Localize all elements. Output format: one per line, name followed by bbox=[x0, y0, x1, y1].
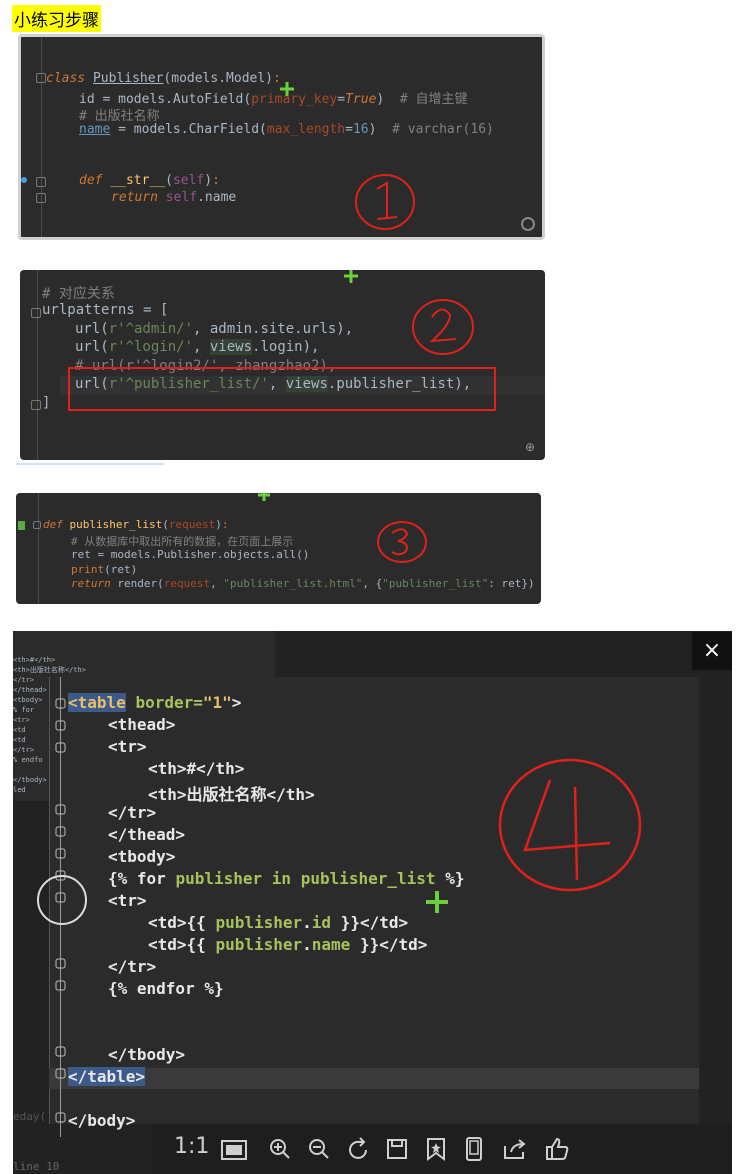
fit-window-icon[interactable] bbox=[220, 1139, 248, 1161]
zoom-out-icon[interactable] bbox=[308, 1138, 330, 1160]
step-number-2-annotation bbox=[412, 299, 474, 355]
gutter-line bbox=[37, 270, 38, 460]
code-line: <table border="1"> bbox=[68, 693, 242, 712]
step-number-3-annotation bbox=[377, 521, 427, 563]
code-line: <thead> bbox=[108, 715, 176, 734]
bookmark-icon[interactable] bbox=[426, 1137, 446, 1161]
code-line: # 对应关系 bbox=[42, 286, 115, 302]
code-line: print(ret) bbox=[71, 563, 138, 576]
code-line: def publisher_list(request): bbox=[43, 518, 229, 531]
code-line: <tr> bbox=[108, 891, 147, 910]
previous-image-button[interactable] bbox=[37, 875, 87, 925]
code-line: </table> bbox=[68, 1067, 146, 1086]
zoom-in-icon[interactable]: ⊕ bbox=[525, 440, 535, 454]
file-icon bbox=[18, 521, 25, 530]
phone-icon[interactable] bbox=[465, 1137, 483, 1161]
code-line: </body> bbox=[68, 1111, 136, 1130]
code-screenshot-2: # 对应关系 urlpatterns = [ url(r'^admin/', a… bbox=[20, 270, 545, 460]
code-line: </tr> bbox=[108, 957, 157, 976]
close-button[interactable]: × bbox=[692, 632, 732, 670]
code-line: </tr> bbox=[108, 803, 157, 822]
code-line: def __str__(self): bbox=[79, 173, 220, 188]
move-cursor-icon bbox=[280, 82, 294, 96]
code-line: ret = models.Publisher.objects.all() bbox=[71, 548, 310, 561]
like-icon[interactable] bbox=[544, 1136, 570, 1162]
highlight-box-annotation bbox=[68, 367, 496, 411]
code-line: return self.name bbox=[111, 190, 237, 205]
code-screenshot-3: def publisher_list(request): # 从数据库中取出所有… bbox=[16, 493, 541, 604]
share-icon[interactable] bbox=[503, 1138, 527, 1160]
move-cursor-icon bbox=[258, 493, 270, 501]
code-line: ] bbox=[42, 395, 51, 411]
fold-marker-icon bbox=[33, 521, 41, 529]
code-line: </tbody> bbox=[108, 1045, 186, 1064]
gutter-line bbox=[41, 37, 42, 237]
move-cursor-icon bbox=[344, 270, 358, 283]
save-icon[interactable] bbox=[386, 1138, 408, 1160]
fold-marker-icon bbox=[36, 177, 46, 187]
code-line: url(r'^admin/', admin.site.urls), bbox=[75, 321, 354, 337]
page-title: 小练习步骤 bbox=[12, 5, 101, 32]
code-line: <th>#</th> bbox=[148, 759, 245, 778]
background-code: eday( bbox=[13, 1110, 47, 1123]
code-line: class Publisher(models.Model): bbox=[46, 71, 281, 86]
fold-marker-icon bbox=[31, 308, 41, 318]
divider bbox=[16, 463, 164, 465]
breakpoint-icon bbox=[21, 177, 27, 183]
code-line: <td>{{ publisher.id }}</td> bbox=[148, 913, 409, 932]
code-line: {% endfor %} bbox=[108, 979, 224, 998]
actual-size-button[interactable]: 1:1 bbox=[174, 1134, 209, 1159]
background-code: line 10 bbox=[13, 1160, 60, 1173]
code-line: <tr> bbox=[108, 737, 147, 756]
step-number-1-annotation bbox=[355, 174, 415, 230]
move-cursor-icon bbox=[426, 891, 448, 913]
zoom-in-icon[interactable] bbox=[269, 1138, 291, 1160]
fold-marker-icon bbox=[36, 193, 46, 203]
rotate-icon[interactable] bbox=[348, 1137, 370, 1161]
code-screenshot-1: class Publisher(models.Model): id = mode… bbox=[18, 34, 545, 240]
code-line: {% for publisher in publisher_list %} bbox=[108, 869, 465, 888]
code-line: <tbody> bbox=[108, 847, 176, 866]
gutter-line bbox=[38, 493, 39, 604]
code-line: name = models.CharField(max_length=16) #… bbox=[79, 122, 494, 137]
fold-marker-icon bbox=[31, 400, 41, 410]
viewer-toolbar: 1:1 bbox=[152, 1125, 732, 1174]
code-line: <td>{{ publisher.name }}</td> bbox=[148, 935, 428, 954]
code-line: # 从数据库中取出所有的数据，在页面上展示 bbox=[71, 535, 294, 548]
current-line-highlight bbox=[49, 1068, 699, 1089]
fold-marker-icon bbox=[36, 73, 46, 83]
code-line: url(r'^login/', views.login), bbox=[75, 339, 320, 355]
code-line: return render(request, "publisher_list.h… bbox=[71, 577, 535, 590]
step-number-4-annotation bbox=[498, 758, 642, 892]
code-line: <th>出版社名称</th> bbox=[148, 785, 315, 804]
code-line: </thead> bbox=[108, 825, 186, 844]
code-line: urlpatterns = [ bbox=[42, 302, 169, 318]
zoom-in-icon[interactable] bbox=[521, 217, 535, 231]
